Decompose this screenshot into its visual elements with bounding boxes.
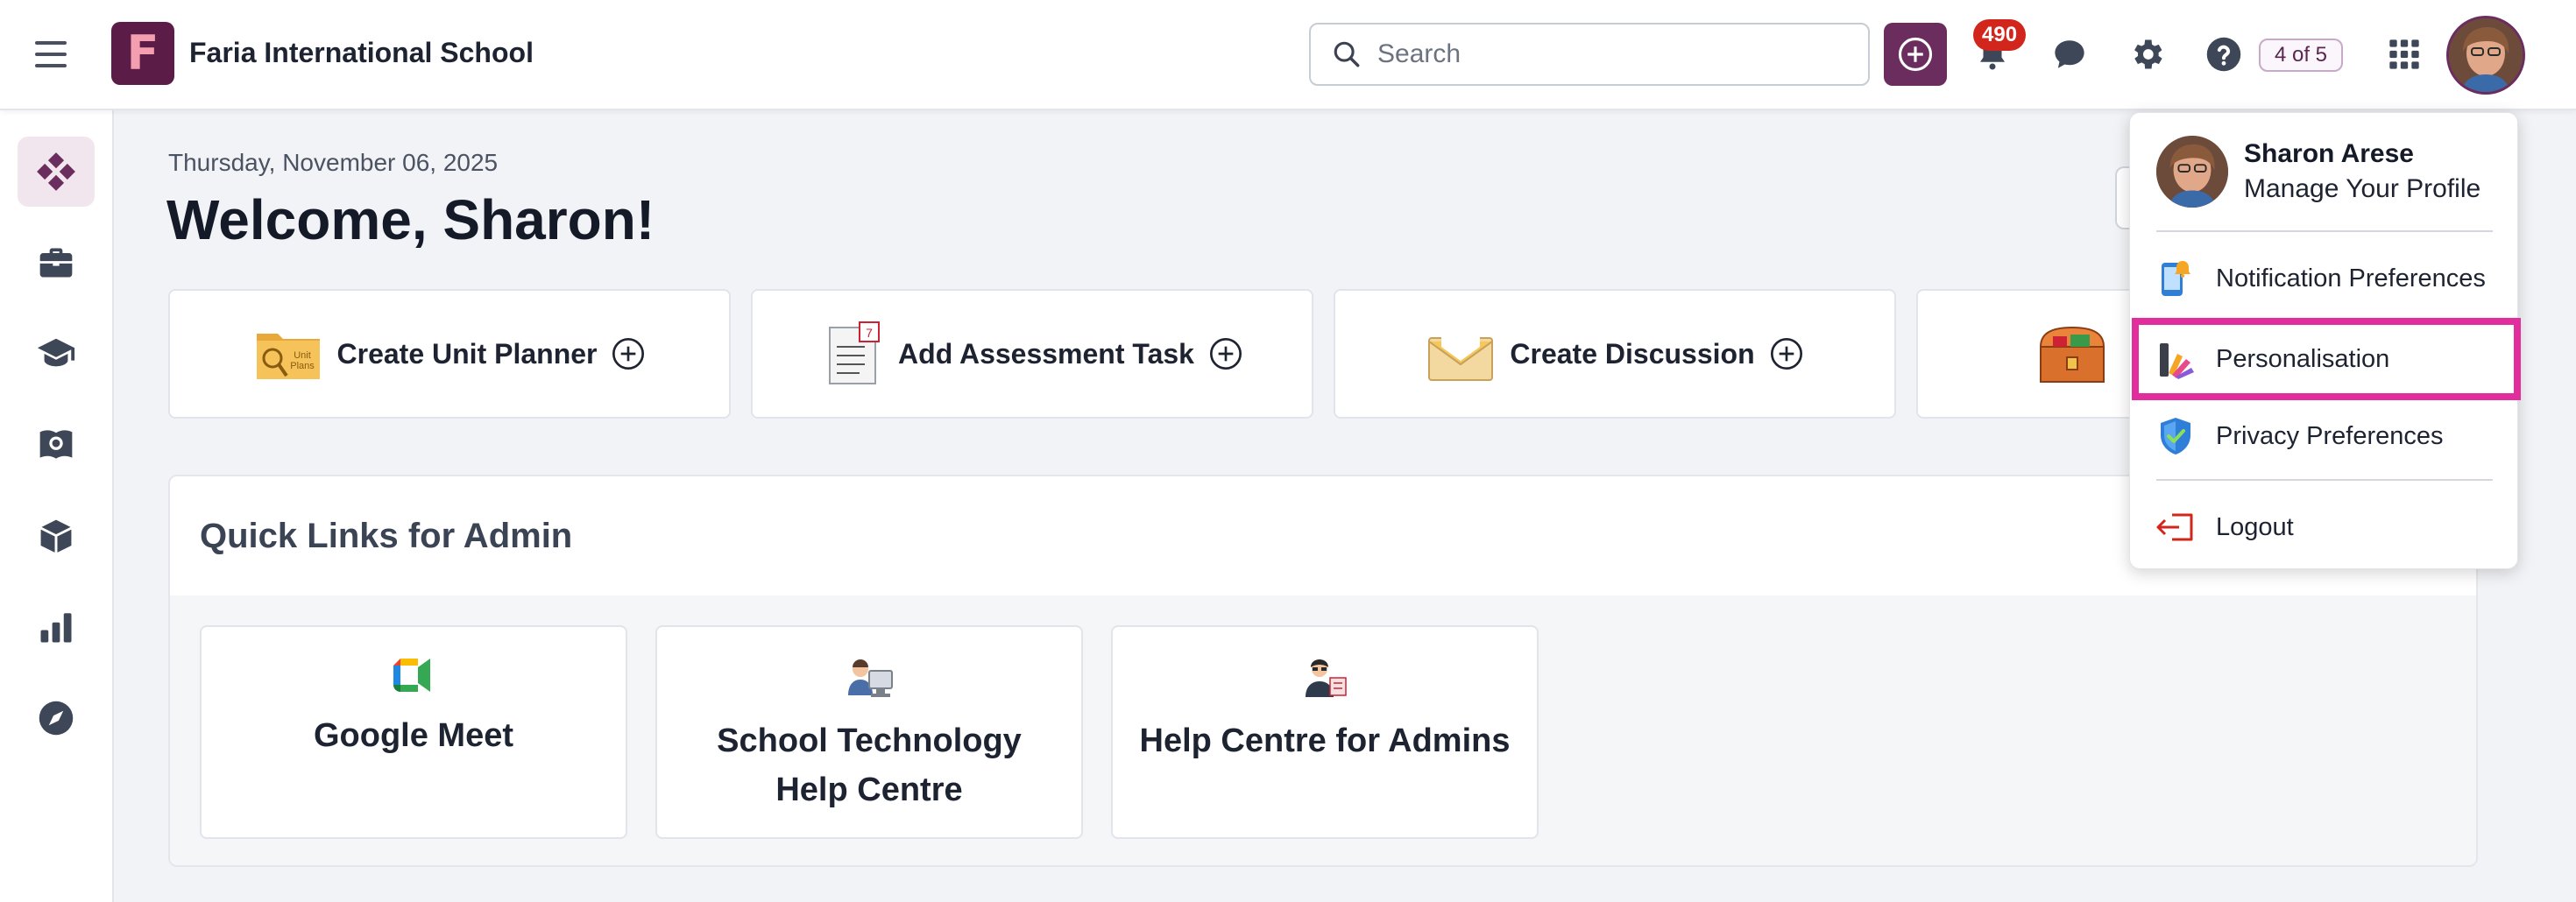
top-bar: F Faria International School 490 4 of 5	[0, 0, 2576, 110]
plus-circle-icon	[612, 338, 645, 370]
avatar	[2449, 18, 2523, 92]
help-button[interactable]	[2201, 32, 2247, 77]
plus-circle-icon	[1770, 338, 1802, 370]
treasure-chest-icon	[2039, 326, 2105, 383]
assessment-list-icon: 7	[829, 321, 881, 384]
plus-circle-icon	[1209, 338, 1242, 370]
admin-help-label: Help Centre for Admins	[1139, 722, 1511, 759]
logo-letter: F	[126, 25, 159, 81]
avatar	[2156, 136, 2228, 208]
admin-help-icon	[1306, 659, 1347, 697]
google-meet-label: Google Meet	[313, 717, 514, 754]
school-logo[interactable]: F	[111, 22, 174, 85]
personalisation-label: Personalisation	[2216, 344, 2390, 373]
graduation-cap-icon	[37, 338, 75, 367]
plus-circle-icon	[1898, 37, 1933, 72]
quick-links-title: Quick Links for Admin	[200, 517, 573, 555]
menu-item-logout[interactable]: Logout	[2155, 497, 2496, 558]
search-box[interactable]	[1309, 23, 1870, 86]
sidebar-item-briefcase[interactable]	[18, 228, 95, 298]
tech-help-label: School Technology Help Centre	[717, 722, 1022, 808]
svg-text:7: 7	[866, 326, 873, 340]
school-name[interactable]: Faria International School	[189, 37, 534, 69]
create-discussion-label: Create Discussion	[1510, 337, 1755, 370]
google-meet-icon	[393, 659, 430, 692]
create-unit-planner-label: Create Unit Planner	[336, 337, 598, 370]
envelope-icon	[1428, 329, 1494, 381]
user-avatar-button[interactable]	[2446, 16, 2525, 95]
sidebar-item-cube[interactable]	[18, 501, 95, 571]
menu-item-personalisation[interactable]: Personalisation	[2132, 318, 2521, 400]
add-assessment-task-card[interactable]: 7 Add Assessment Task	[751, 289, 1313, 419]
logout-icon	[2155, 506, 2197, 548]
settings-button[interactable]	[2124, 32, 2169, 77]
guide-progress-pill[interactable]: 4 of 5	[2259, 39, 2343, 72]
atlas-book-icon	[39, 430, 73, 459]
create-discussion-card[interactable]: Create Discussion	[1334, 289, 1896, 419]
create-new-button[interactable]	[1884, 23, 1947, 86]
quick-link-admin-help[interactable]: Help Centre for Admins	[1111, 625, 1539, 839]
briefcase-icon	[39, 248, 73, 278]
svg-text:Unit: Unit	[294, 350, 311, 361]
unit-plans-folder-icon: UnitPlans	[256, 334, 320, 379]
hamburger-menu-icon[interactable]	[35, 39, 67, 70]
current-date: Thursday, November 06, 2025	[168, 149, 499, 176]
sidebar-item-graduation[interactable]	[18, 319, 95, 389]
profile-name: Sharon Arese	[2244, 139, 2414, 168]
sidebar-item-compass[interactable]	[18, 683, 95, 753]
notification-preferences-label: Notification Preferences	[2216, 264, 2486, 292]
grid-apps-icon	[2389, 39, 2419, 69]
menu-item-privacy-preferences[interactable]: Privacy Preferences	[2155, 405, 2496, 467]
compass-icon	[39, 701, 74, 736]
privacy-preferences-label: Privacy Preferences	[2216, 421, 2444, 450]
menu-divider	[2156, 230, 2493, 232]
bar-chart-icon	[40, 613, 72, 643]
dashboard-diamond-icon	[37, 152, 75, 191]
create-unit-planner-card[interactable]: Unit Plans Create Unit Planner	[168, 289, 731, 419]
profile-summary[interactable]: Sharon Arese Manage Your Profile	[2156, 136, 2480, 208]
tech-support-icon	[848, 659, 893, 697]
sidebar-item-dashboard[interactable]	[18, 137, 95, 207]
gear-icon	[2134, 39, 2162, 69]
sidebar-item-atlas[interactable]	[18, 410, 95, 480]
search-input[interactable]	[1377, 39, 1868, 69]
phone-bell-icon	[2155, 257, 2197, 299]
messages-button[interactable]	[2047, 32, 2092, 77]
chat-bubble-icon	[2055, 40, 2084, 68]
app-launcher-button[interactable]	[2381, 32, 2427, 77]
svg-text:Plans: Plans	[290, 361, 315, 371]
manage-profile-link[interactable]: Manage Your Profile	[2244, 174, 2480, 204]
shield-check-icon	[2155, 415, 2197, 457]
menu-item-notification-preferences[interactable]: Notification Preferences	[2155, 248, 2496, 309]
paint-palette-icon	[2155, 338, 2197, 380]
add-assessment-task-label: Add Assessment Task	[898, 337, 1194, 370]
question-circle-icon	[2206, 37, 2241, 72]
welcome-heading: Welcome, Sharon!	[166, 188, 655, 251]
cube-icon	[40, 519, 72, 553]
search-icon	[1334, 41, 1360, 67]
profile-menu-dropdown: Sharon Arese Manage Your Profile Notific…	[2129, 112, 2521, 569]
sidebar	[0, 110, 114, 902]
quick-link-tech-help[interactable]: School Technology Help Centre	[655, 625, 1083, 839]
quick-link-google-meet[interactable]: Google Meet	[200, 625, 627, 839]
notification-count-badge: 490	[1973, 19, 2027, 51]
sidebar-item-analytics[interactable]	[18, 592, 95, 662]
menu-divider	[2156, 479, 2493, 481]
logout-label: Logout	[2216, 512, 2294, 541]
